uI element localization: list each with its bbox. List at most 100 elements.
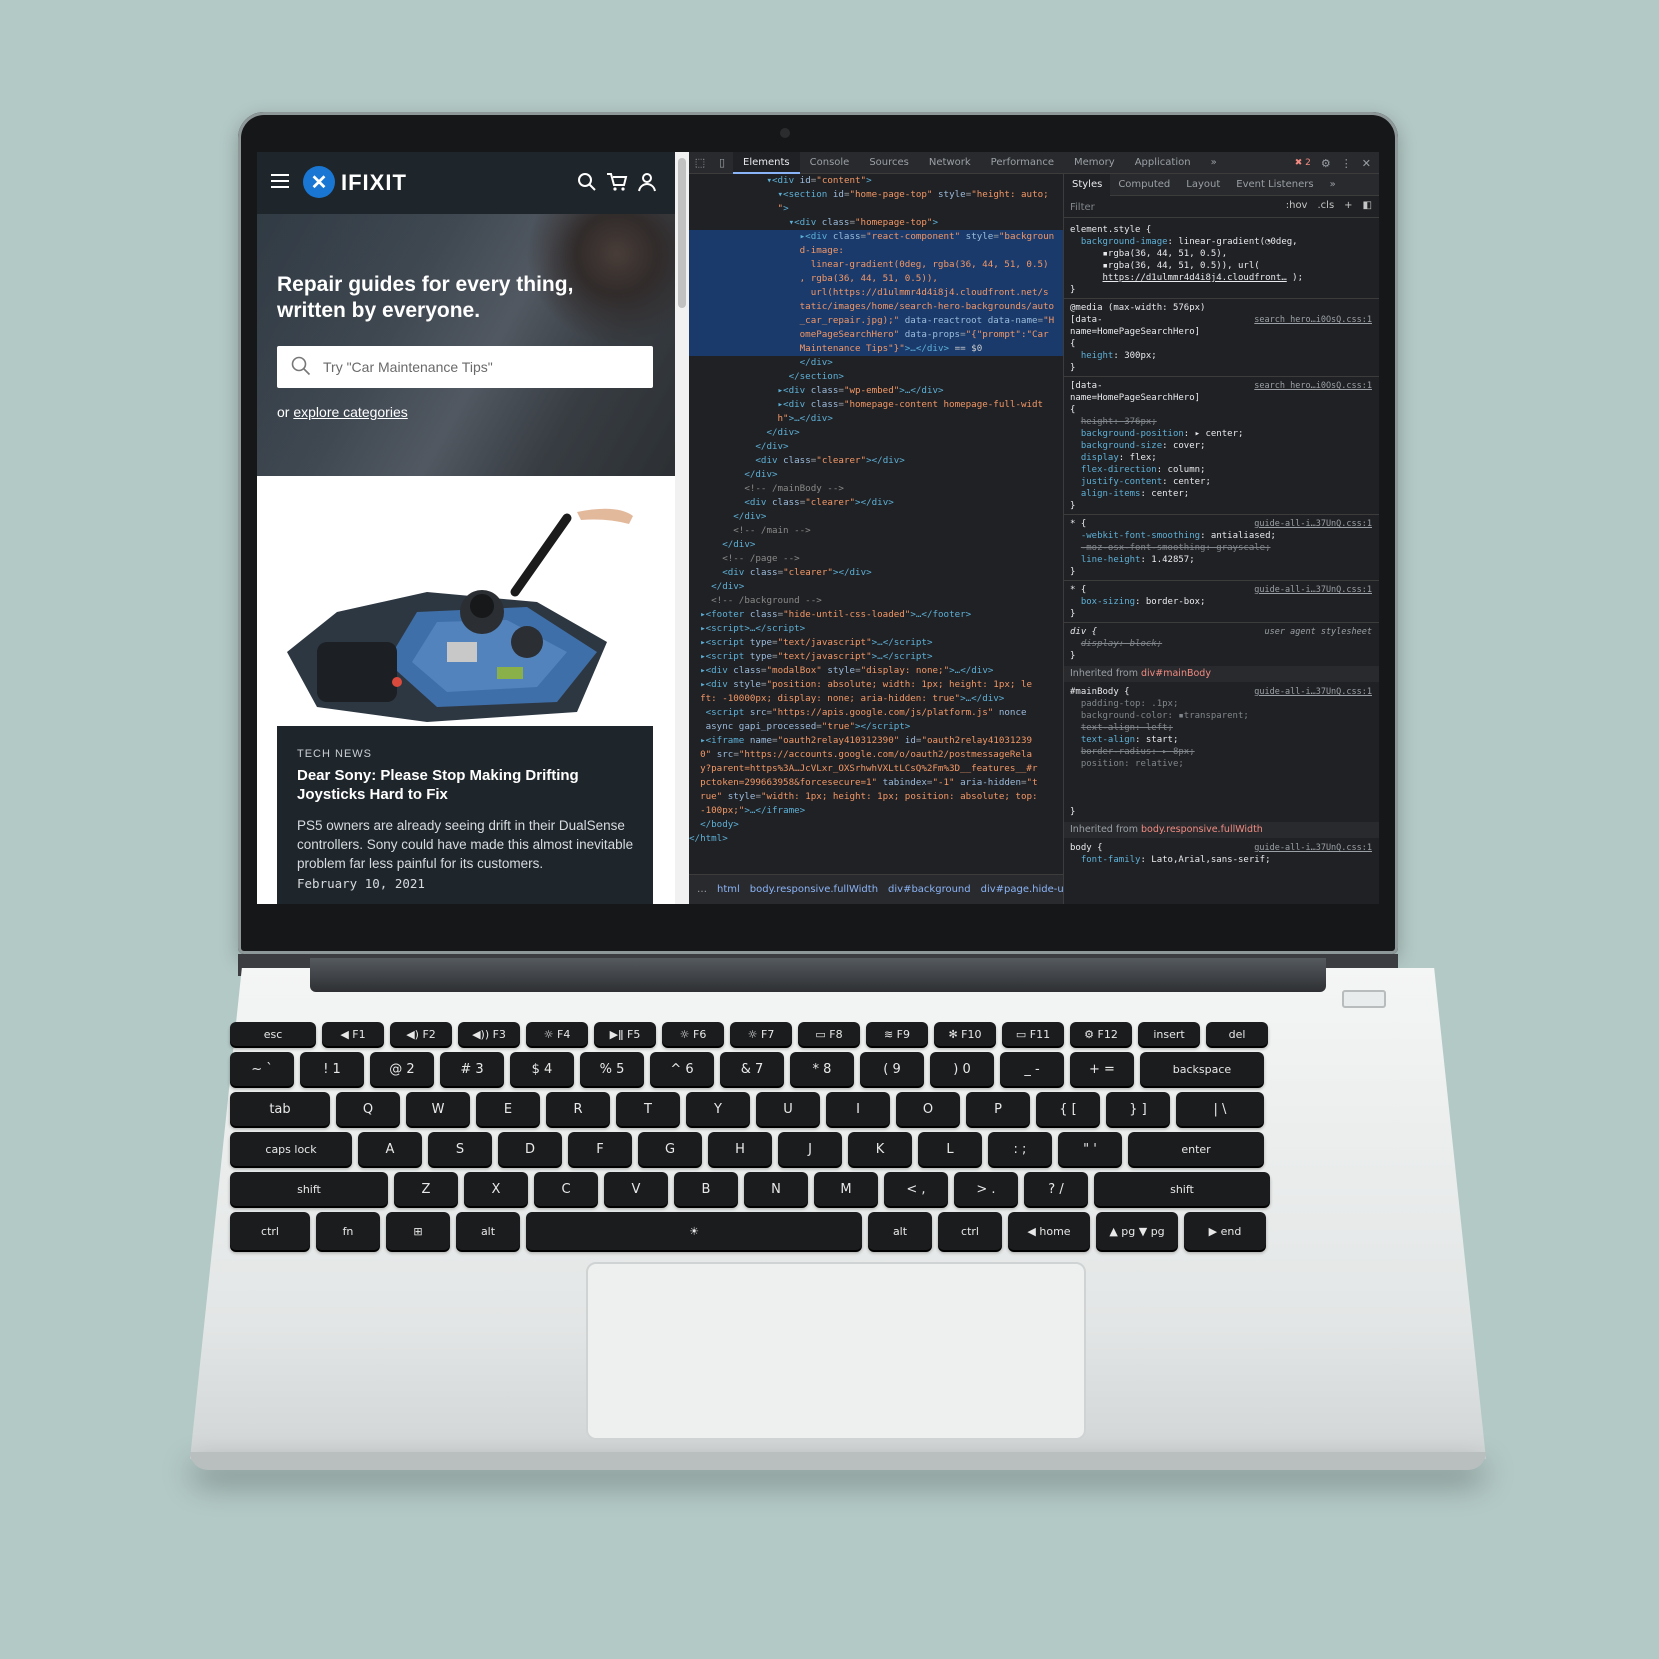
dom-line[interactable]: <!-- /page --> <box>689 552 1063 566</box>
key-5[interactable]: % 5 <box>580 1052 644 1086</box>
key-1[interactable]: ! 1 <box>300 1052 364 1086</box>
key-l[interactable]: L <box>918 1132 982 1166</box>
kebab-menu-icon[interactable]: ⋮ <box>1341 157 1352 170</box>
dom-line[interactable]: ft: -10000px; display: none; aria-hidden… <box>689 692 1063 706</box>
key-r[interactable]: R <box>546 1092 610 1126</box>
dom-line[interactable]: <div class="clearer"></div> <box>689 454 1063 468</box>
dom-line[interactable]: ▸<div style="position: absolute; width: … <box>689 678 1063 692</box>
tab-sources[interactable]: Sources <box>859 152 919 174</box>
key-4[interactable]: $ 4 <box>510 1052 574 1086</box>
dom-line[interactable]: ▾<div id="content"> <box>689 174 1063 188</box>
key-alt[interactable]: alt <box>456 1212 520 1250</box>
dom-line[interactable]: 0" src="https://accounts.google.com/o/oa… <box>689 748 1063 762</box>
key-alt[interactable]: alt <box>868 1212 932 1250</box>
key-tab[interactable]: tab <box>230 1092 330 1126</box>
key-x[interactable]: X <box>464 1172 528 1206</box>
key-9[interactable]: ( 9 <box>860 1052 924 1086</box>
ifixit-logo-text[interactable]: IFIXIT <box>341 170 407 196</box>
trackpad[interactable] <box>586 1262 1086 1440</box>
key-f[interactable]: F <box>568 1132 632 1166</box>
key-h[interactable]: H <box>708 1132 772 1166</box>
key-6[interactable]: ^ 6 <box>650 1052 714 1086</box>
key-backspace[interactable]: backspace <box>1140 1052 1264 1086</box>
key-g[interactable]: G <box>638 1132 702 1166</box>
dom-line[interactable]: ▸<script type="text/javascript">…</scrip… <box>689 636 1063 650</box>
key-t[interactable]: T <box>616 1092 680 1126</box>
dom-line[interactable]: <div class="clearer"></div> <box>689 566 1063 580</box>
dom-line[interactable]: async gapi_processed="true"></script> <box>689 720 1063 734</box>
inherited-target[interactable]: div#mainBody <box>1141 668 1211 679</box>
breadcrumb-overflow[interactable]: … <box>697 884 707 895</box>
key-8[interactable]: * 8 <box>790 1052 854 1086</box>
search-icon[interactable] <box>575 170 599 194</box>
key-f7[interactable]: ☼ F7 <box>730 1022 792 1046</box>
key-fn[interactable]: fn <box>316 1212 380 1250</box>
inspect-element-icon[interactable]: ⬚ <box>689 152 711 174</box>
key-n[interactable]: N <box>744 1172 808 1206</box>
dom-line-selected[interactable]: _car_repair.jpg);" data-reactroot data-n… <box>689 314 1063 328</box>
dom-line[interactable]: </section> <box>689 370 1063 384</box>
key-2[interactable]: @ 2 <box>370 1052 434 1086</box>
menu-icon[interactable] <box>271 174 289 188</box>
breadcrumb-item[interactable]: html <box>717 884 740 895</box>
breadcrumb-item[interactable]: div#background <box>888 884 971 895</box>
key-esc[interactable]: esc <box>230 1022 316 1046</box>
dom-line[interactable]: pctoken=299663958&forcesecure=1" tabinde… <box>689 776 1063 790</box>
key-[interactable]: : ; <box>988 1132 1052 1166</box>
dom-line[interactable]: </body> <box>689 818 1063 832</box>
new-rule-button[interactable]: + <box>1344 200 1352 211</box>
key-shift[interactable]: shift <box>1094 1172 1270 1206</box>
explore-categories-link[interactable]: explore categories <box>293 404 407 420</box>
dom-line[interactable]: <script src="https://apis.google.com/js/… <box>689 706 1063 720</box>
tab-computed[interactable]: Computed <box>1110 174 1178 196</box>
key-e[interactable]: E <box>476 1092 540 1126</box>
key-f11[interactable]: ▭ F11 <box>1002 1022 1064 1046</box>
dom-line[interactable]: </div> <box>689 356 1063 370</box>
dom-line-selected[interactable]: url(https://d1ulmmr4d4i8j4.cloudfront.ne… <box>689 286 1063 300</box>
key-f8[interactable]: ▭ F8 <box>798 1022 860 1046</box>
dom-line[interactable]: </html> <box>689 832 1063 846</box>
tab-memory[interactable]: Memory <box>1064 152 1125 174</box>
key-p[interactable]: P <box>966 1092 1030 1126</box>
toggle-sidebar-icon[interactable]: ◧ <box>1363 200 1372 211</box>
dom-line[interactable]: ▾<section id="home-page-top" style="heig… <box>689 188 1063 202</box>
breadcrumb-item[interactable]: div#page.hide-un <box>981 884 1063 895</box>
dom-line-selected[interactable]: ▸<div class="react-component" style="bac… <box>689 230 1063 244</box>
hero-search-input[interactable] <box>323 346 643 388</box>
dom-line[interactable]: <!-- /mainBody --> <box>689 482 1063 496</box>
dom-line[interactable]: ▸<div class="modalBox" style="display: n… <box>689 664 1063 678</box>
dom-line[interactable]: </div> <box>689 468 1063 482</box>
dom-line[interactable]: <!-- /background --> <box>689 594 1063 608</box>
page-scrollbar-thumb[interactable] <box>678 158 686 308</box>
more-style-tabs-button[interactable]: » <box>1322 174 1344 196</box>
key-f1[interactable]: ◀ F1 <box>322 1022 384 1046</box>
key-7[interactable]: & 7 <box>720 1052 784 1086</box>
key-[interactable]: } ] <box>1106 1092 1170 1126</box>
styles-filter-input[interactable] <box>1070 200 1220 214</box>
cart-icon[interactable] <box>605 170 629 194</box>
breadcrumb-item[interactable]: body.responsive.fullWidth <box>750 884 878 895</box>
key-u[interactable]: U <box>756 1092 820 1126</box>
dom-line[interactable]: <div class="clearer"></div> <box>689 496 1063 510</box>
key-enter[interactable]: enter <box>1128 1132 1264 1166</box>
dom-line[interactable]: </div> <box>689 538 1063 552</box>
tab-styles[interactable]: Styles <box>1064 174 1111 196</box>
key-a[interactable]: A <box>358 1132 422 1166</box>
tab-event-listeners[interactable]: Event Listeners <box>1228 174 1321 196</box>
cls-toggle[interactable]: .cls <box>1317 200 1334 211</box>
tab-layout[interactable]: Layout <box>1178 174 1228 196</box>
key-f6[interactable]: ☼ F6 <box>662 1022 724 1046</box>
elements-tree[interactable]: ▾<div id="content"> ▾<section id="home-p… <box>689 174 1063 874</box>
tab-network[interactable]: Network <box>919 152 981 174</box>
hov-toggle[interactable]: :hov <box>1286 200 1308 211</box>
dom-line-selected[interactable]: tatic/images/home/search-hero-background… <box>689 300 1063 314</box>
inherited-target[interactable]: body.responsive.fullWidth <box>1141 824 1263 835</box>
key-[interactable]: < , <box>884 1172 948 1206</box>
key-f3[interactable]: ◀)) F3 <box>458 1022 520 1046</box>
key-[interactable]: + = <box>1070 1052 1134 1086</box>
key-f4[interactable]: ☼ F4 <box>526 1022 588 1046</box>
dom-line[interactable]: ▸<iframe name="oauth2relay410312390" id=… <box>689 734 1063 748</box>
key-f5[interactable]: ▶ǁ F5 <box>594 1022 656 1046</box>
key-del[interactable]: del <box>1206 1022 1268 1046</box>
more-tabs-button[interactable]: » <box>1201 152 1227 174</box>
